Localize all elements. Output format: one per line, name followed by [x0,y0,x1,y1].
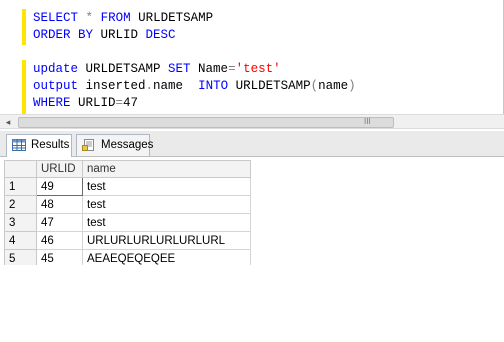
table-row[interactable]: 1 49 test [4,177,251,196]
code-token: update [33,62,79,76]
tab-results-label: Results [31,139,70,151]
row-number-header [4,160,37,178]
scroll-left-arrow-icon[interactable]: ◂ [2,116,14,128]
row-number[interactable]: 3 [4,213,37,232]
code-token: Name [190,62,229,76]
code-token: ( [310,79,319,93]
code-token: FROM [100,11,131,25]
code-token: URLDETSAMP [130,11,214,25]
table-row[interactable]: 5 45 AEAEQEQEQEE [4,249,251,265]
code-token: SELECT [33,11,79,25]
code-token: INTO [198,79,229,93]
messages-icon [82,139,94,151]
tab-messages-label: Messages [101,139,154,151]
code-token: name [318,79,349,93]
cell-urlid[interactable]: 45 [36,249,83,265]
cell-urlid[interactable]: 48 [36,195,83,214]
code-token: = [228,62,236,76]
cell-name[interactable]: test [82,213,251,232]
code-token: * [85,11,94,25]
table-row[interactable]: 3 47 test [4,213,251,232]
code-token: ORDER BY [33,28,94,42]
code-token: WHERE [33,96,71,110]
column-header-urlid[interactable]: URLID [36,160,83,178]
code-line: ORDER BY URLID DESC [33,28,176,43]
query-editor[interactable]: SELECT * FROM URLDETSAMP ORDER BY URLID … [0,0,504,116]
code-line: output inserted.name INTO URLDETSAMP(nam… [33,79,356,94]
row-number[interactable]: 1 [4,177,37,196]
code-token: DESC [145,28,176,42]
grid-icon [12,139,26,151]
code-line: update URLDETSAMP SET Name='test' [33,62,281,77]
column-header-name[interactable]: name [82,160,251,178]
change-marker [22,9,26,45]
cell-urlid[interactable]: 46 [36,231,83,250]
scrollbar-thumb[interactable] [18,117,394,128]
code-line: WHERE URLID=47 [33,96,138,111]
code-line: SELECT * FROM URLDETSAMP [33,11,213,26]
cell-name[interactable]: AEAEQEQEQEE [82,249,251,265]
code-token: 'test' [235,62,281,76]
code-token: ) [348,79,356,93]
table-row[interactable]: 4 46 URLURLURLURLURLURL [4,231,251,250]
table-row[interactable]: 2 48 test [4,195,251,214]
row-number[interactable]: 2 [4,195,37,214]
editor-horizontal-scrollbar[interactable]: ◂ III [0,114,504,129]
cell-name[interactable]: test [82,195,251,214]
tab-messages[interactable]: Messages [76,134,154,156]
scrollbar-grip-icon: III [364,117,371,126]
code-token: URLID [93,28,146,42]
change-marker [22,60,26,114]
code-token: 47 [123,96,139,110]
code-token: = [115,96,124,110]
code-token: name [153,79,199,93]
cell-name[interactable]: test [82,177,251,196]
results-grid-viewport[interactable]: URLID name 1 49 test 2 48 test 3 47 test… [0,160,260,265]
results-grid[interactable]: URLID name 1 49 test 2 48 test 3 47 test… [4,160,251,265]
code-token: URLDETSAMP [228,79,311,93]
cell-urlid[interactable]: 47 [36,213,83,232]
code-token: SET [168,62,191,76]
code-token: . [145,79,154,93]
row-number[interactable]: 4 [4,231,37,250]
cell-urlid[interactable]: 49 [36,177,83,196]
row-number[interactable]: 5 [4,249,37,265]
results-header-row: URLID name [4,160,251,178]
code-token: output [33,79,79,93]
code-token: URLID [70,96,116,110]
results-tab-bar: Results Messages [0,131,504,157]
code-token: URLDETSAMP [78,62,169,76]
code-token: inserted [78,79,146,93]
cell-name[interactable]: URLURLURLURLURLURL [82,231,251,250]
tab-results[interactable]: Results [6,134,72,157]
